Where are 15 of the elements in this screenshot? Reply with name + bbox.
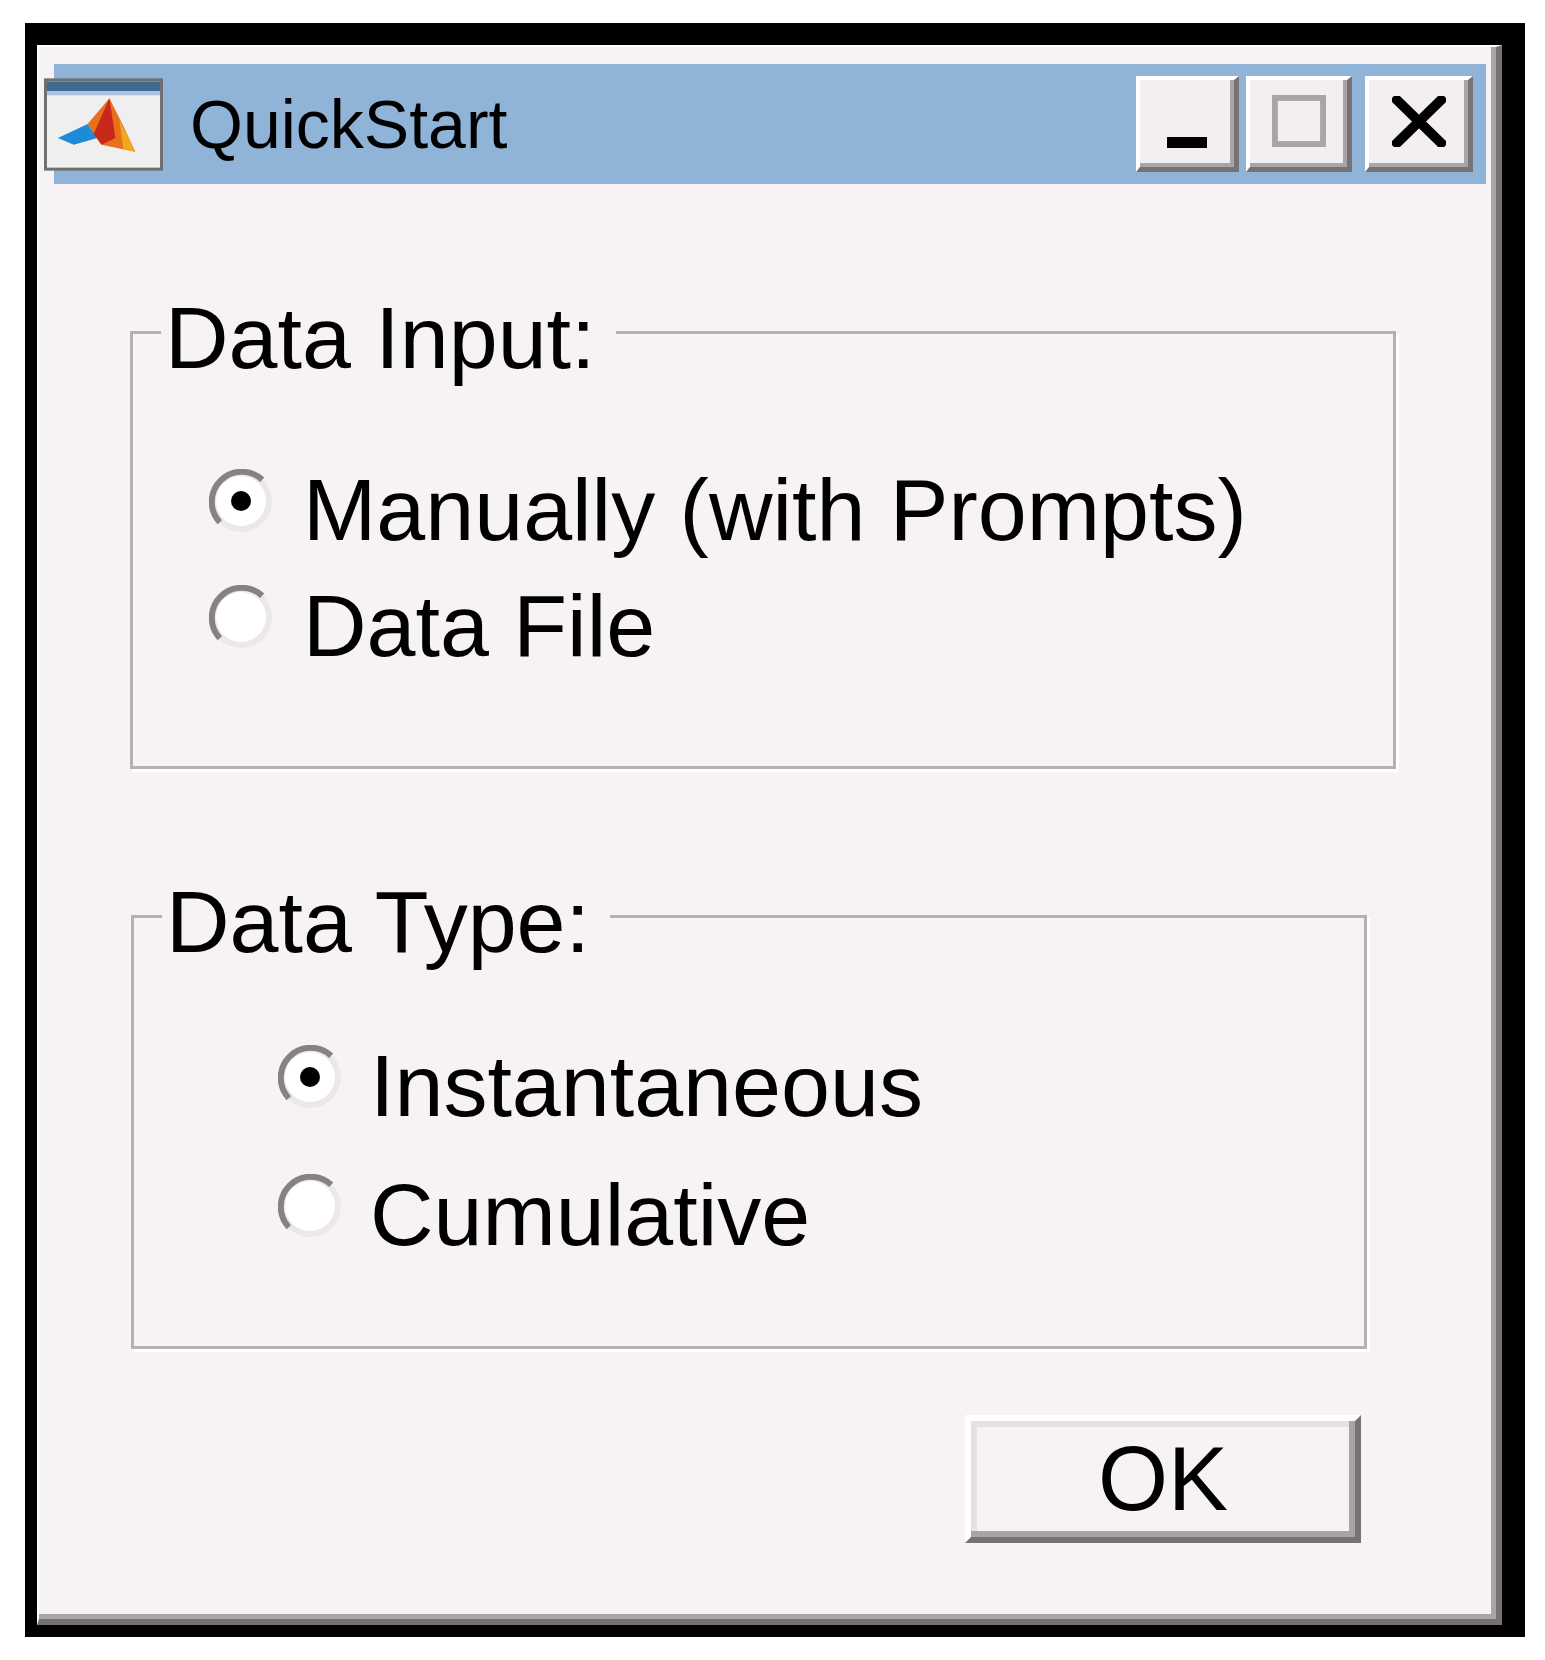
radio-label[interactable]: Manually (with Prompts) <box>303 452 1247 568</box>
radio-label[interactable]: Data File <box>303 568 656 684</box>
radio-button[interactable] <box>209 469 273 533</box>
maximize-icon <box>1271 95 1326 147</box>
radio-button[interactable] <box>278 1045 342 1109</box>
minimize-icon <box>1167 137 1207 148</box>
radio-button[interactable] <box>278 1174 342 1238</box>
close-icon <box>1391 96 1446 147</box>
close-button[interactable] <box>1365 76 1473 172</box>
ok-button[interactable]: OK <box>965 1415 1361 1543</box>
radio-button[interactable] <box>209 585 273 649</box>
app-logo-icon <box>44 77 163 171</box>
radio-label[interactable]: Instantaneous <box>370 1021 923 1150</box>
radio-label[interactable]: Cumulative <box>370 1150 811 1279</box>
minimize-button[interactable] <box>1136 76 1239 172</box>
